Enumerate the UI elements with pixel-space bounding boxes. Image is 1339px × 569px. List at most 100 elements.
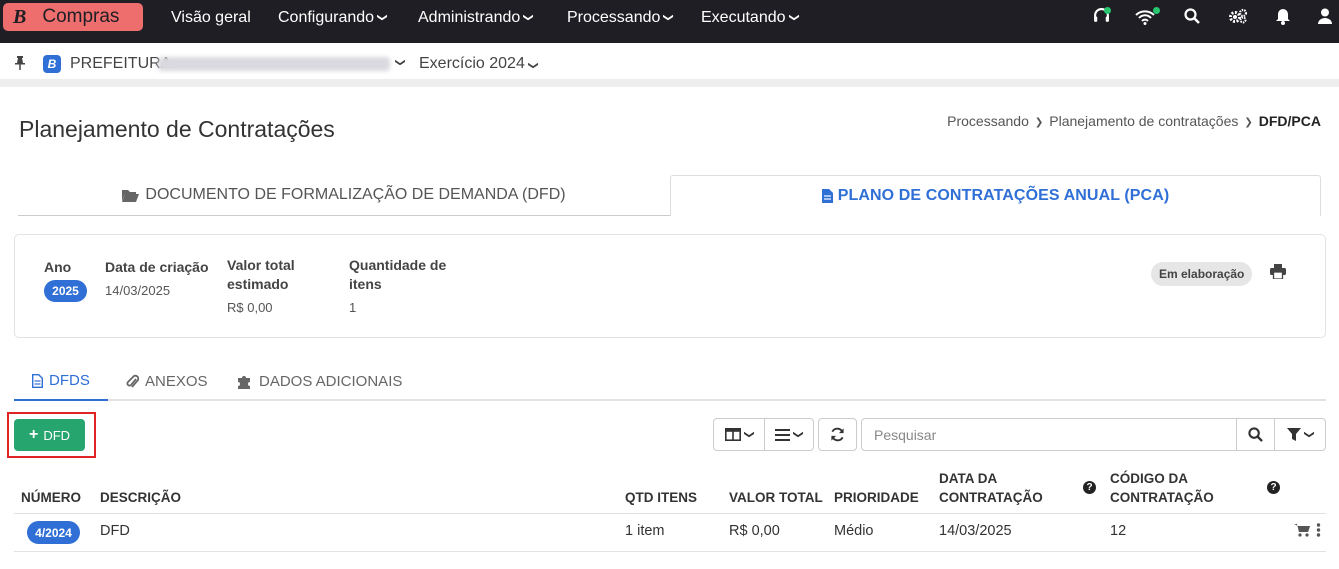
chevron-down-icon: ❯ [376,13,388,22]
chevron-down-icon: ❯ [663,13,675,22]
chevron-down-icon: ❯ [792,430,804,439]
paperclip-icon [126,374,139,388]
row-valor: R$ 0,00 [729,523,780,539]
row-number-badge[interactable]: 4/2024 [27,521,80,544]
tab-label: PLANO DE CONTRATAÇÕES ANUAL (PCA) [837,187,1170,204]
qty-value: 1 [349,300,357,315]
file-icon [821,189,833,203]
col-header-valor[interactable]: VALOR TOTAL [729,488,823,507]
nav-processando[interactable]: Processando ❯ [567,0,675,35]
nav-label: Processando [567,8,661,26]
wifi-icon[interactable] [1135,9,1155,30]
row-qtd: 1 item [625,523,665,539]
pca-summary-card: Ano 2025 Data de criação 14/03/2025 Valo… [14,234,1326,338]
tab-pca[interactable]: PLANO DE CONTRATAÇÕES ANUAL (PCA) [670,175,1321,216]
dfd-subtabs: DFDS ANEXOS DADOS ADICIONAIS [14,362,1326,401]
subtab-dfds[interactable]: DFDS [14,362,108,401]
list-options-button[interactable]: ❯ [764,418,814,451]
table-divider [14,513,1326,514]
online-dot [1153,7,1160,14]
subtab-dados-adicionais[interactable]: DADOS ADICIONAIS [219,362,420,401]
total-value: R$ 0,00 [227,300,273,315]
cart-icon[interactable] [1294,523,1310,540]
year-badge: 2025 [44,280,87,302]
user-icon[interactable] [1318,8,1332,29]
subtab-label: DADOS ADICIONAIS [259,373,403,390]
chevron-down-icon: ❯ [1303,430,1315,439]
qty-label-line2: itens [349,276,382,292]
status-badge: Em elaboração [1151,262,1253,286]
col-header-descricao[interactable]: DESCRIÇÃO [100,488,181,507]
plus-icon: + [28,426,39,443]
file-icon [32,373,43,388]
help-icon[interactable]: ? [1267,481,1280,494]
chevron-down-icon: ❯ [788,13,800,22]
entity-logo: B [43,55,61,73]
page-title: Planejamento de Contratações [19,116,335,142]
context-bar: B PREFEITURA ❯ Exercício 2024 ❯ [0,43,1339,87]
nav-visao-geral[interactable]: Visão geral [171,0,251,35]
add-dfd-button[interactable]: + DFD [14,419,85,451]
add-dfd-label: DFD [43,427,71,443]
refresh-button[interactable] [818,418,857,451]
exercise-label: Exercício 2024 [419,55,525,72]
folder-open-icon [122,189,140,202]
breadcrumb-current: DFD/PCA [1258,113,1321,129]
puzzle-icon [238,376,250,389]
filter-button[interactable]: ❯ [1274,418,1326,451]
subtab-anexos[interactable]: ANEXOS [108,362,226,401]
chevron-right-icon: ❯ [1244,117,1253,128]
search-icon[interactable] [1184,8,1200,29]
nav-label: Visão geral [171,8,251,26]
col-header-codigo-line2[interactable]: CONTRATAÇÃO [1110,488,1214,507]
subtab-label: DFDS [49,372,90,389]
brand-letter: B [13,5,27,28]
year-label: Ano [44,259,72,275]
app-name: Compras [42,6,120,27]
columns-icon [724,428,741,441]
row-codigo: 12 [1110,523,1127,539]
nav-label: Configurando [278,8,375,26]
col-header-numero[interactable]: NÚMERO [21,488,81,507]
col-header-codigo-line1[interactable]: CÓDIGO DA [1110,469,1188,488]
breadcrumb: Processando ❯ Planejamento de contrataçõ… [947,113,1321,132]
columns-toggle-button[interactable]: ❯ [713,418,765,451]
nav-executando[interactable]: Executando ❯ [701,0,800,35]
print-icon[interactable] [1270,264,1286,282]
gears-icon[interactable] [1228,8,1248,30]
total-label-line1: Valor total [227,257,295,273]
bell-icon[interactable] [1276,8,1290,30]
search-input[interactable]: Pesquisar [861,418,1237,451]
nav-administrando[interactable]: Administrando ❯ [418,0,534,35]
col-header-qtd[interactable]: QTD ITENS [625,488,697,507]
qty-label-line1: Quantidade de [349,257,447,273]
chevron-down-icon[interactable]: ❯ [395,58,406,66]
row-data: 14/03/2025 [939,523,1012,539]
online-dot [1104,7,1111,14]
created-label: Data de criação [105,259,209,275]
nav-configurando[interactable]: Configurando ❯ [278,0,388,35]
tab-label: DOCUMENTO DE FORMALIZAÇÃO DE DEMANDA (DF… [145,186,566,203]
created-value: 14/03/2025 [105,283,171,298]
main-tabs: DOCUMENTO DE FORMALIZAÇÃO DE DEMANDA (DF… [18,175,1321,216]
search-icon [1248,427,1263,442]
search-button[interactable] [1236,418,1275,451]
list-icon [775,428,791,441]
col-header-data-line1[interactable]: DATA DA [939,469,997,488]
entity-name[interactable]: PREFEITURA [70,55,171,73]
exercise-selector[interactable]: Exercício 2024 ❯ [419,55,539,73]
top-navbar: B Compras Visão geral Configurando ❯ Admi… [0,0,1339,43]
breadcrumb-item[interactable]: Processando [947,113,1029,132]
table-divider [14,551,1326,552]
col-header-data-line2[interactable]: CONTRATAÇÃO [939,488,1043,507]
breadcrumb-item[interactable]: Planejamento de contratações [1049,113,1238,132]
pin-icon[interactable] [14,56,26,73]
chevron-down-icon: ❯ [527,61,539,70]
more-vertical-icon[interactable] [1316,523,1321,540]
help-icon[interactable]: ? [1083,481,1096,494]
tab-dfd[interactable]: DOCUMENTO DE FORMALIZAÇÃO DE DEMANDA (DF… [18,175,670,216]
nav-label: Administrando [418,8,521,26]
chevron-right-icon: ❯ [1034,117,1044,128]
col-header-prioridade[interactable]: PRIORIDADE [834,488,919,507]
app-logo[interactable]: B Compras [3,3,143,31]
